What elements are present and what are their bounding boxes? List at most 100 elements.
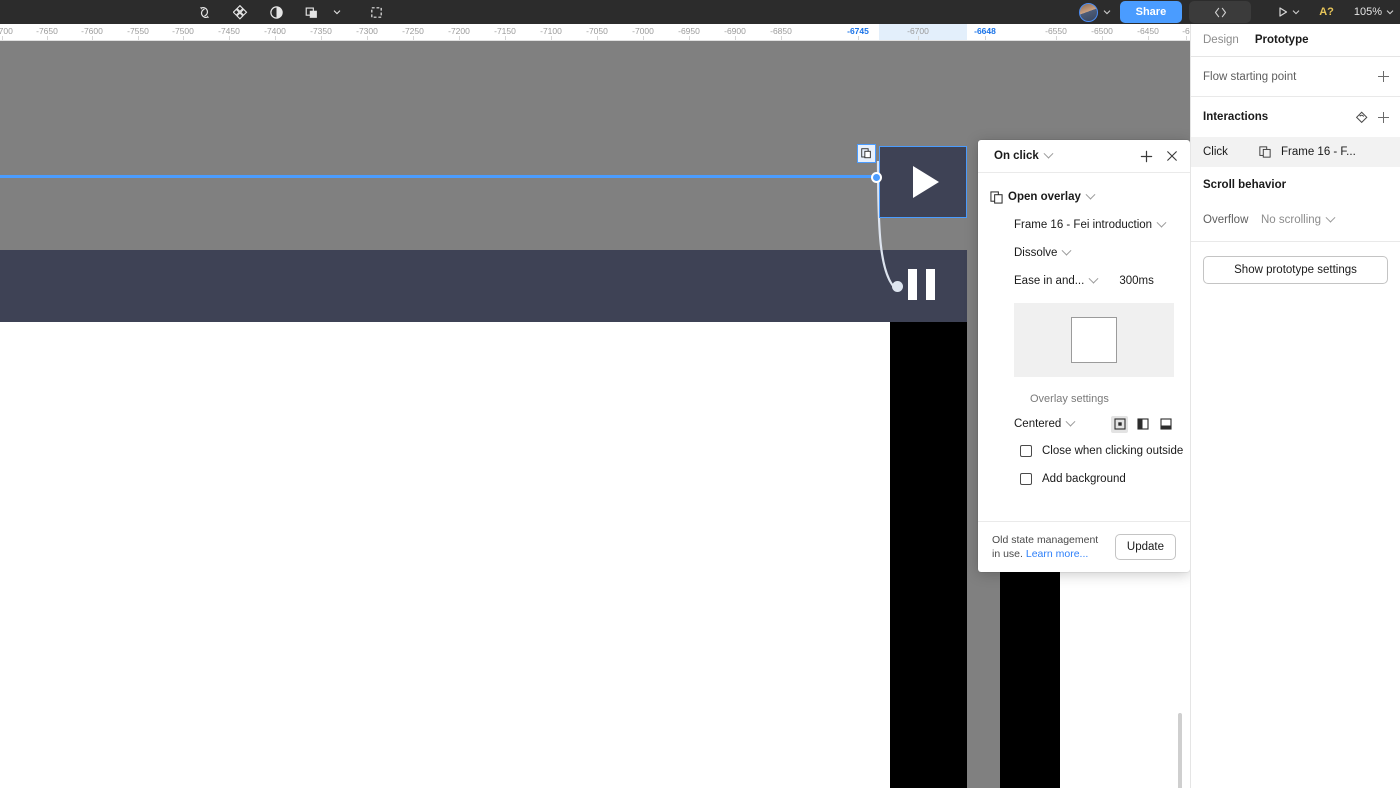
flow-starting-point-section: Flow starting point (1191, 57, 1400, 97)
show-prototype-settings-button[interactable]: Show prototype settings (1203, 256, 1388, 284)
add-interaction-sidebar-button[interactable] (1378, 111, 1389, 123)
interaction-trigger-chevron-down-icon[interactable] (1043, 148, 1054, 159)
overflow-chevron-down-icon[interactable] (1325, 212, 1336, 223)
right-sidebar: Design Prototype Flow starting point Inte… (1190, 24, 1400, 788)
overflow-value[interactable]: No scrolling (1261, 214, 1321, 226)
open-overlay-badge-icon[interactable] (857, 144, 876, 163)
present-chevron-down-icon[interactable] (1289, 1, 1303, 23)
connection-end-node[interactable] (892, 281, 903, 292)
overflow-row: Overflow No scrolling (1191, 203, 1400, 237)
interaction-trigger-label: On click (994, 150, 1039, 162)
animation-chevron-down-icon[interactable] (1062, 245, 1072, 256)
learn-more-link[interactable]: Learn more... (1026, 548, 1088, 560)
present-button[interactable] (1277, 1, 1303, 23)
add-interaction-button[interactable] (1138, 148, 1154, 164)
horizontal-ruler[interactable]: -7700 -7650 -7600 -7550 -7500 -7450 -7400 -7350… (0, 24, 1190, 41)
ruler-mark (367, 36, 368, 40)
ruler-mark (138, 36, 139, 40)
ruler-mark (1148, 36, 1149, 40)
zoom-chevron-down-icon (1386, 10, 1394, 15)
pause-frame[interactable] (908, 269, 935, 300)
scale-tool-icon[interactable] (222, 1, 258, 23)
dark-band-frame[interactable] (0, 250, 967, 322)
frame-tool-icon[interactable] (358, 1, 394, 23)
prototype-settings-wrap: Show prototype settings (1191, 241, 1400, 284)
overflow-label: Overflow (1203, 214, 1249, 226)
easing-row[interactable]: Ease in and... 300ms (978, 267, 1190, 295)
ruler-mark (183, 36, 184, 40)
animation-row[interactable]: Dissolve (978, 239, 1190, 267)
close-popup-button[interactable] (1164, 148, 1180, 164)
ruler-mark (1102, 36, 1103, 40)
sidebar-tabs: Design Prototype (1191, 24, 1400, 57)
ruler-mark (735, 36, 736, 40)
destination-row[interactable]: Frame 16 - Fei introduction (978, 211, 1190, 239)
overlay-position-centered-icon[interactable] (1111, 415, 1128, 433)
ruler-mark (643, 36, 644, 40)
close-when-clicking-outside-checkbox[interactable] (1020, 445, 1032, 457)
animation-preview[interactable] (1014, 303, 1174, 377)
avatar-chevron-down-icon[interactable] (1100, 1, 1114, 23)
add-background-checkbox-row[interactable]: Add background (978, 465, 1190, 493)
shape-tool-icon[interactable] (294, 1, 330, 23)
overlay-position-chevron-down-icon[interactable] (1065, 416, 1076, 427)
add-background-checkbox[interactable] (1020, 473, 1032, 485)
overlay-position-label[interactable]: Centered (1014, 418, 1061, 430)
overlay-settings-title: Overlay settings (1030, 393, 1109, 405)
avatar[interactable] (1078, 2, 1098, 22)
ruler-tick: -7550 (127, 26, 149, 36)
action-chevron-down-icon[interactable] (1085, 189, 1096, 200)
ruler-tick: -6450 (1137, 26, 1159, 36)
action-row[interactable]: Open overlay (978, 183, 1190, 211)
ruler-tick: -7200 (448, 26, 470, 36)
contrast-tool-icon[interactable] (258, 1, 294, 23)
overlay-position-bottom-icon[interactable] (1157, 416, 1174, 433)
dev-mode-code-button[interactable] (1189, 1, 1252, 23)
ruler-tick: -7300 (356, 26, 378, 36)
ruler-mark (858, 36, 859, 40)
ruler-tick: -6500 (1091, 26, 1113, 36)
canvas-vertical-scrollbar[interactable] (1178, 713, 1182, 788)
ruler-mark (321, 36, 322, 40)
share-button-label: Share (1135, 6, 1167, 18)
ruler-tick: -7100 (540, 26, 562, 36)
add-flow-starting-point-button[interactable] (1378, 71, 1389, 82)
prototype-connection-line (0, 175, 878, 178)
code-icon (1214, 7, 1226, 17)
overlay-position-left-icon[interactable] (1134, 416, 1151, 433)
black-column-left[interactable] (890, 322, 967, 788)
overlay-position-icon-group (1111, 415, 1174, 433)
ruler-mark (275, 36, 276, 40)
tab-design[interactable]: Design (1203, 34, 1239, 46)
animation-label: Dissolve (1014, 247, 1058, 259)
popup-body: Open overlay Frame 16 - Fei introduction… (978, 173, 1190, 521)
ruler-mark (781, 36, 782, 40)
interactions-section-header: Interactions (1191, 97, 1400, 137)
ruler-mark (1186, 36, 1187, 40)
interaction-list-item[interactable]: Click Frame 16 - F... (1191, 137, 1400, 167)
update-button[interactable]: Update (1114, 534, 1176, 560)
toolbar-right-group: Share A? 105% (1078, 1, 1400, 23)
reset-interactions-icon[interactable] (1353, 109, 1369, 125)
connection-start-node[interactable] (871, 172, 882, 183)
shape-tool-chevron-down-icon[interactable] (330, 1, 344, 23)
interaction-details-popup: On click Open overlay Frame 16 - Fei int… (978, 140, 1190, 572)
move-tool-icon[interactable] (186, 1, 222, 23)
tab-prototype[interactable]: Prototype (1255, 34, 1309, 46)
accessibility-badge[interactable]: A? (1319, 6, 1334, 18)
easing-chevron-down-icon[interactable] (1088, 273, 1099, 284)
play-icon (913, 166, 939, 198)
play-frame[interactable] (879, 146, 967, 218)
top-toolbar: Share A? 105% (0, 0, 1400, 24)
close-when-clicking-outside-checkbox-label: Close when clicking outside (1042, 445, 1184, 457)
close-when-clicking-outside-checkbox-row[interactable]: Close when clicking outside (978, 437, 1190, 465)
ruler-tick: -7650 (36, 26, 58, 36)
ruler-mark (92, 36, 93, 40)
ruler-tick: -7450 (218, 26, 240, 36)
ruler-mark (918, 36, 919, 40)
duration-value[interactable]: 300ms (1119, 275, 1154, 287)
share-button[interactable]: Share (1119, 1, 1183, 23)
ruler-mark (689, 36, 690, 40)
zoom-control[interactable]: 105% (1354, 6, 1394, 18)
destination-chevron-down-icon[interactable] (1156, 217, 1167, 228)
